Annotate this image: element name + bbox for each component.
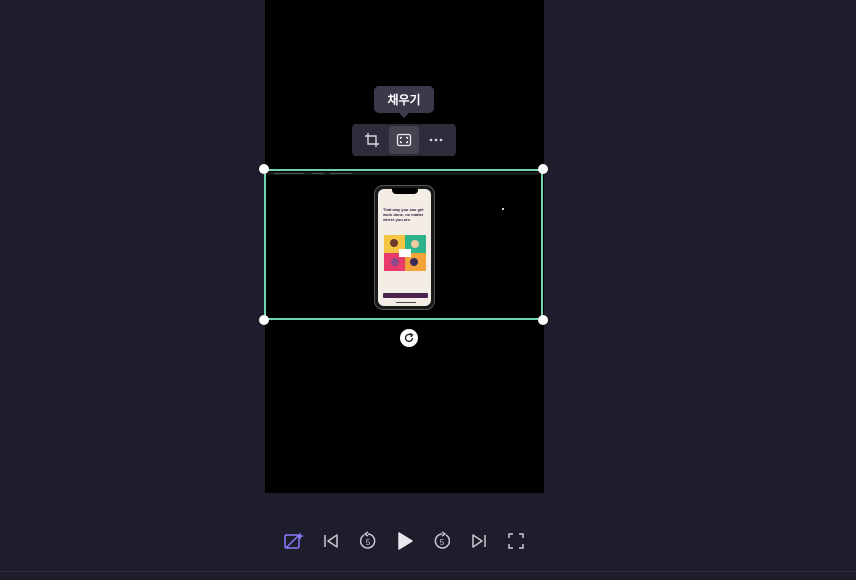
skip-back-icon [324,534,338,548]
forward-5-icon: 5 [434,531,451,549]
forward-seconds-label: 5 [440,538,445,547]
forward-5-button[interactable]: 5 [428,527,456,555]
tooltip-text: 채우기 [387,93,421,107]
ai-magic-button[interactable] [280,527,308,555]
divider [0,571,856,572]
media-toolbar [352,124,456,156]
skip-back-button[interactable] [317,527,345,555]
rewind-5-button[interactable]: 5 [354,527,382,555]
skip-forward-icon [472,534,486,548]
resize-handle-bottom-left[interactable] [259,315,269,325]
fill-tooltip: 채우기 [374,86,434,118]
phone-headline: That way you can get work done, no matte… [383,207,424,222]
phone-mockup: That way you can get work done, no matte… [374,185,435,310]
fullscreen-button[interactable] [502,527,530,555]
fullscreen-icon [508,533,524,549]
fill-screen-icon [396,133,412,147]
playback-controls: 5 5 [280,525,530,557]
phone-cta-button [383,293,428,298]
resize-handle-bottom-right[interactable] [538,315,548,325]
speck [502,208,504,210]
phone-home-indicator [396,302,416,303]
timeline-thumbnail-strip [268,172,540,175]
play-icon [398,532,413,550]
rotate-handle[interactable] [400,329,418,347]
crop-icon [365,133,379,147]
resize-handle-top-right[interactable] [538,164,548,174]
play-button[interactable] [391,527,419,555]
more-options-button[interactable] [421,126,451,154]
crop-button[interactable] [357,126,387,154]
skip-forward-button[interactable] [465,527,493,555]
phone-screen: That way you can get work done, no matte… [378,189,431,306]
illustration-image [384,235,426,271]
more-horizontal-icon [429,138,443,142]
resize-handle-top-left[interactable] [259,164,269,174]
fill-button[interactable] [389,126,419,154]
rotate-icon [404,332,414,342]
ai-magic-icon [284,532,304,549]
rewind-5-icon: 5 [359,531,376,549]
phone-notch [392,188,418,194]
rewind-seconds-label: 5 [366,538,371,547]
